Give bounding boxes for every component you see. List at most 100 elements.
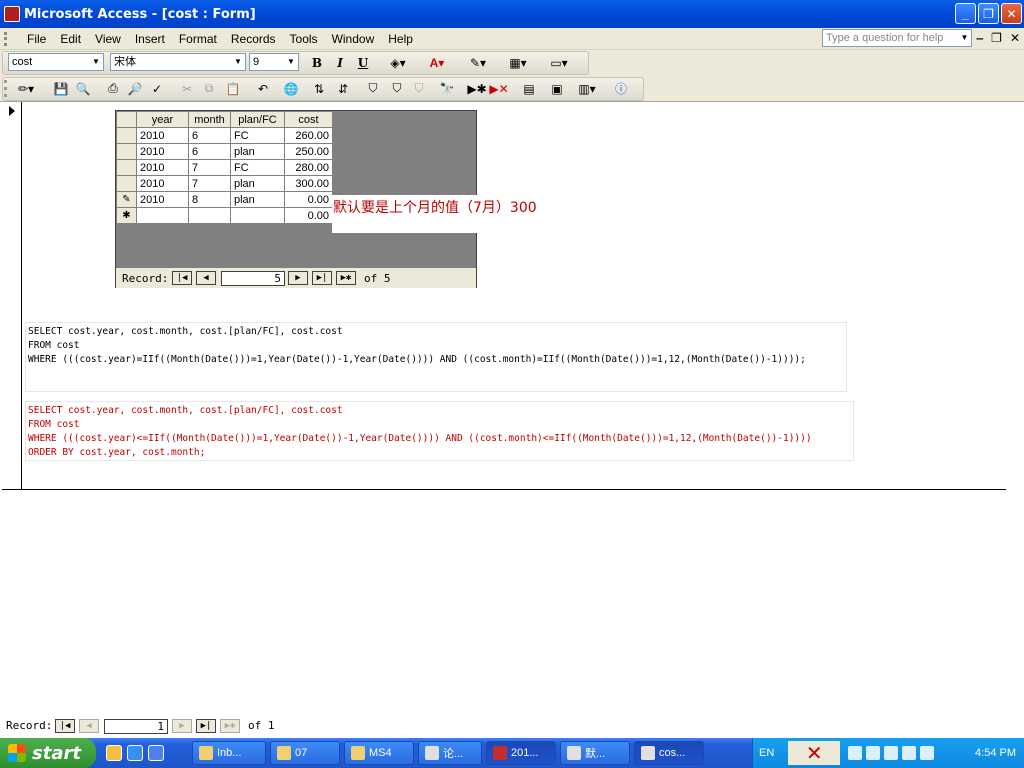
apply-filter-icon[interactable]: ⛉ [410, 80, 428, 97]
power-icon[interactable] [848, 746, 863, 760]
browser-icon[interactable] [148, 745, 164, 761]
sql-query-text-2[interactable]: SELECT cost.year, cost.month, cost.[plan… [25, 401, 854, 461]
underline-button[interactable]: U [354, 54, 372, 71]
menu-edit[interactable]: Edit [53, 32, 88, 46]
paste-icon[interactable]: 📋 [224, 80, 242, 97]
table-row-new[interactable]: ✱ 0.00 [116, 207, 333, 224]
start-button[interactable]: start [0, 738, 96, 768]
row-selector[interactable] [116, 143, 137, 160]
cell-month[interactable] [188, 207, 231, 224]
fill-color-icon[interactable]: ◈▾ [385, 54, 411, 71]
last-record-button[interactable]: ▶| [312, 271, 332, 285]
sort-ascending-icon[interactable]: ⇅ [310, 80, 328, 97]
object-combo[interactable]: cost ▼ [8, 53, 104, 71]
cell-year[interactable]: 2010 [136, 143, 189, 160]
save-icon[interactable]: 💾 [52, 80, 70, 97]
menu-window[interactable]: Window [325, 32, 382, 46]
font-combo[interactable]: 宋体 ▼ [110, 53, 246, 71]
menu-help[interactable]: Help [381, 32, 420, 46]
italic-button[interactable]: I [331, 54, 349, 71]
cell-plan-fc[interactable]: FC [230, 159, 285, 176]
row-selector[interactable] [116, 175, 137, 192]
menu-format[interactable]: Format [172, 32, 224, 46]
close-button[interactable]: ✕ [1001, 3, 1022, 24]
cell-plan-fc[interactable] [230, 207, 285, 224]
previous-record-button[interactable]: ◀ [196, 271, 216, 285]
doc-restore-button[interactable]: ❐ [991, 31, 1002, 45]
database-window-icon[interactable]: ▣ [548, 80, 566, 97]
ie-icon[interactable] [127, 745, 143, 761]
cell-month[interactable]: 7 [188, 159, 231, 176]
cell-cost[interactable]: 280.00 [284, 159, 333, 176]
font-color-icon[interactable]: A▾ [422, 54, 452, 71]
task-folder-ms4[interactable]: MS4 [344, 741, 414, 765]
corner-cell[interactable] [116, 111, 137, 128]
clock-icon[interactable] [920, 746, 935, 760]
filter-by-selection-icon[interactable]: ⛉ [364, 80, 382, 97]
table-row-editing[interactable]: ✎ 2010 8 plan 0.00 [116, 191, 333, 208]
cell-cost[interactable]: 0.00 [284, 207, 333, 224]
chevron-down-icon[interactable]: ▼ [285, 55, 297, 69]
task-access-2010[interactable]: 201... [486, 741, 556, 765]
previous-record-button[interactable]: ◀ [79, 719, 99, 733]
close-x-icon[interactable]: ✕ [788, 741, 841, 765]
sql-query-text-1[interactable]: SELECT cost.year, cost.month, cost.[plan… [25, 322, 847, 392]
current-record-input[interactable]: 5 [221, 271, 285, 286]
language-indicator[interactable]: EN [759, 747, 774, 759]
filter-by-form-icon[interactable]: ⛉ [388, 80, 406, 97]
cell-plan-fc[interactable]: plan [230, 191, 285, 208]
cell-plan-fc[interactable]: plan [230, 143, 285, 160]
menu-file[interactable]: File [20, 32, 53, 46]
doc-close-button[interactable]: ✕ [1010, 31, 1020, 45]
find-icon[interactable]: 🔭 [438, 80, 456, 97]
task-default[interactable]: 默... [560, 741, 630, 765]
next-record-button[interactable]: ▶ [172, 719, 192, 733]
cell-plan-fc[interactable]: FC [230, 127, 285, 144]
font-size-combo[interactable]: 9 ▼ [249, 53, 299, 71]
bold-button[interactable]: B [308, 54, 326, 71]
view-icon[interactable]: ✏▾ [12, 80, 40, 97]
task-forum[interactable]: 论... [418, 741, 482, 765]
chevron-down-icon[interactable]: ▼ [90, 55, 102, 69]
cell-month[interactable]: 6 [188, 127, 231, 144]
table-row[interactable]: 2010 6 plan 250.00 [116, 143, 333, 160]
last-record-button[interactable]: ▶| [196, 719, 216, 733]
help-icon[interactable]: ⓘ [612, 80, 630, 97]
cell-cost[interactable]: 300.00 [284, 175, 333, 192]
minimize-button[interactable]: _ [955, 3, 976, 24]
row-selector[interactable] [116, 159, 137, 176]
menu-insert[interactable]: Insert [128, 32, 172, 46]
network-icon[interactable] [866, 746, 881, 760]
table-row[interactable]: 2010 7 plan 300.00 [116, 175, 333, 192]
cell-cost[interactable]: 260.00 [284, 127, 333, 144]
next-record-button[interactable]: ▶ [288, 271, 308, 285]
cell-year[interactable]: 2010 [136, 191, 189, 208]
cell-cost[interactable]: 250.00 [284, 143, 333, 160]
clock-time[interactable]: 4:54 PM [975, 747, 1016, 759]
cell-month[interactable]: 8 [188, 191, 231, 208]
chevron-down-icon[interactable]: ▼ [958, 30, 971, 46]
table-row[interactable]: 2010 6 FC 260.00 [116, 127, 333, 144]
insert-hyperlink-icon[interactable]: 🌐 [282, 80, 300, 97]
cell-month[interactable]: 6 [188, 143, 231, 160]
chevron-down-icon[interactable]: ▼ [232, 55, 244, 69]
cell-year[interactable]: 2010 [136, 175, 189, 192]
current-record-input[interactable]: 1 [104, 719, 168, 734]
column-header-cost[interactable]: cost [284, 111, 333, 128]
help-search-input[interactable]: Type a question for help ▼ [822, 29, 972, 47]
menu-records[interactable]: Records [224, 32, 283, 46]
new-record-nav-button[interactable]: ▶✱ [220, 719, 240, 733]
desktop-icon[interactable] [106, 745, 122, 761]
doc-minimize-button[interactable]: ‒ [976, 31, 983, 45]
chat-icon[interactable] [884, 746, 899, 760]
new-record-nav-button[interactable]: ▶✱ [336, 271, 356, 285]
properties-icon[interactable]: ▤ [520, 80, 538, 97]
new-object-icon[interactable]: ▥▾ [572, 80, 602, 97]
cell-year[interactable]: 2010 [136, 127, 189, 144]
column-header-plan-fc[interactable]: plan/FC [230, 111, 285, 128]
sort-descending-icon[interactable]: ⇵ [334, 80, 352, 97]
cell-year[interactable] [136, 207, 189, 224]
access-app-icon[interactable] [4, 6, 20, 22]
first-record-button[interactable]: |◀ [172, 271, 192, 285]
task-inbox[interactable]: Inb... [192, 741, 266, 765]
